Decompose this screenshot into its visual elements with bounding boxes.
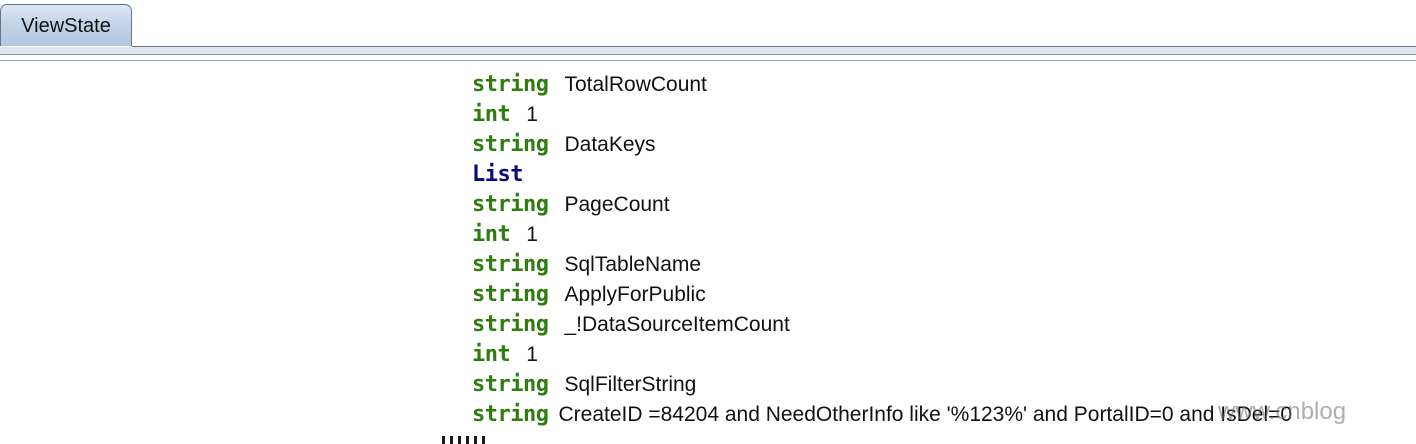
tab-panel-divider bbox=[0, 60, 1416, 61]
type-label: List bbox=[472, 162, 523, 187]
type-label: string bbox=[472, 192, 549, 217]
tab-label: ViewState bbox=[21, 15, 111, 37]
entry-value: 1 bbox=[526, 223, 538, 246]
type-label: string bbox=[472, 132, 549, 157]
clipped-entry-top bbox=[474, 62, 534, 64]
entry-value: PageCount bbox=[564, 193, 670, 216]
viewstate-tree: string TotalRowCount int 1 string DataKeys … bbox=[0, 62, 1416, 444]
watermark: www.cnblog bbox=[1218, 398, 1347, 425]
entry-value: _!DataSourceItemCount bbox=[564, 313, 790, 336]
viewstate-entry[interactable]: int 1 bbox=[472, 220, 538, 250]
entry-value: TotalRowCount bbox=[564, 73, 707, 96]
viewstate-entry[interactable]: string _!DataSourceItemCount bbox=[472, 310, 790, 340]
viewstate-entry[interactable]: int 1 bbox=[472, 100, 538, 130]
viewstate-entry[interactable]: List bbox=[472, 160, 539, 190]
entry-value: DataKeys bbox=[564, 133, 656, 156]
type-label: int bbox=[472, 222, 511, 247]
clipped-entry-bottom bbox=[442, 436, 488, 444]
type-label: int bbox=[472, 102, 511, 127]
tab-panel-border bbox=[0, 47, 1416, 55]
tab-strip: ViewState bbox=[0, 0, 1416, 48]
entry-value: SqlTableName bbox=[564, 253, 702, 276]
type-label: string bbox=[472, 282, 549, 307]
entry-value: 1 bbox=[526, 343, 538, 366]
viewstate-entry[interactable]: string ApplyForPublic bbox=[472, 280, 706, 310]
viewstate-entry[interactable]: int 1 bbox=[472, 340, 538, 370]
entry-value: CreateID =84204 and NeedOtherInfo like '… bbox=[558, 403, 1293, 426]
entry-value: ApplyForPublic bbox=[564, 283, 706, 306]
viewstate-entry[interactable]: string SqlTableName bbox=[472, 250, 701, 280]
viewstate-entry[interactable]: string DataKeys bbox=[472, 130, 656, 160]
viewstate-entry[interactable]: string TotalRowCount bbox=[472, 70, 707, 100]
viewstate-entry[interactable]: string PageCount bbox=[472, 190, 670, 220]
viewstate-entry[interactable]: string SqlFilterString bbox=[472, 370, 696, 400]
type-label: string bbox=[472, 402, 549, 427]
entry-value: 1 bbox=[526, 103, 538, 126]
tab-viewstate[interactable]: ViewState bbox=[0, 4, 132, 46]
viewstate-viewer-window: ViewState string TotalRowCount int 1 strin… bbox=[0, 0, 1416, 444]
type-label: string bbox=[472, 372, 549, 397]
type-label: int bbox=[472, 342, 511, 367]
type-label: string bbox=[472, 72, 549, 97]
type-label: string bbox=[472, 252, 549, 277]
entry-value: SqlFilterString bbox=[564, 373, 697, 396]
type-label: string bbox=[472, 312, 549, 337]
viewstate-entry[interactable]: string CreateID =84204 and NeedOtherInfo… bbox=[472, 400, 1292, 430]
